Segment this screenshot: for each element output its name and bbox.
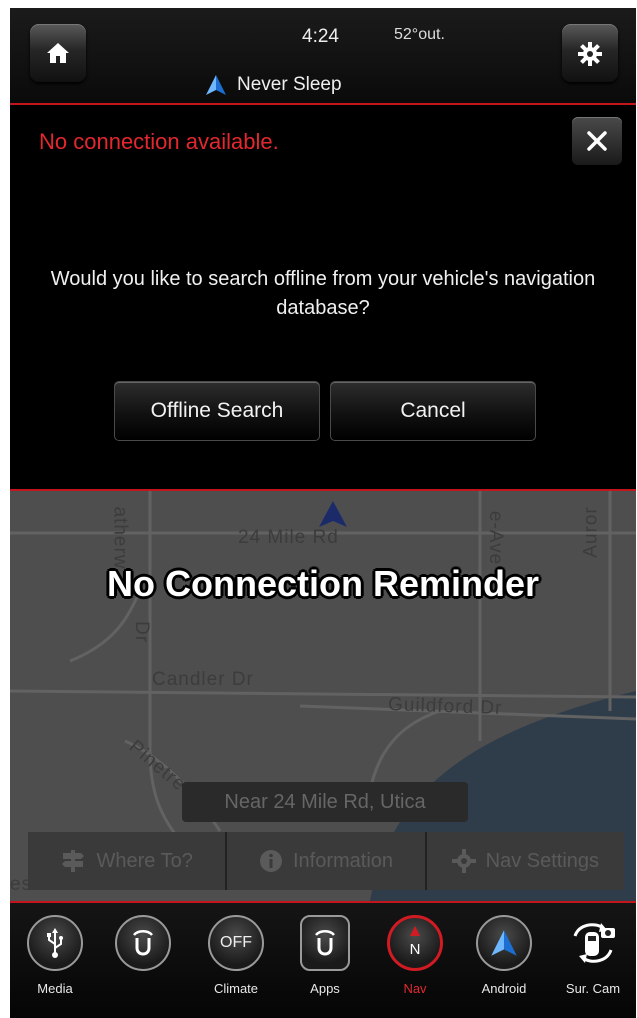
where-to-label: Where To? <box>96 849 193 872</box>
no-connection-dialog: No connection available. Would you like … <box>10 105 636 489</box>
where-to-button[interactable]: Where To? <box>28 832 228 890</box>
nav-action-bar: Where To? Information Nav Settings <box>28 832 624 890</box>
dock-apps[interactable]: Apps <box>287 915 363 1015</box>
signpost-icon <box>62 850 85 872</box>
street-label: 24 Mile Rd <box>238 527 339 548</box>
street-label: Auror <box>580 506 602 558</box>
apps-label: Apps <box>310 981 340 996</box>
surround-camera-button[interactable] <box>565 915 621 971</box>
close-icon <box>587 131 607 151</box>
information-label: Information <box>292 849 394 872</box>
dialog-question: Would you like to search offline from yo… <box>50 268 596 319</box>
surround-camera-label: Sur. Cam <box>565 981 621 996</box>
android-auto-icon <box>206 75 226 95</box>
gear-icon <box>451 849 476 873</box>
dock-media[interactable]: Media <box>17 915 93 1015</box>
status-bar: 4:24 52°out. Never Sleep <box>10 8 636 104</box>
gear-icon <box>578 42 602 66</box>
usb-icon <box>47 928 63 958</box>
close-button[interactable] <box>572 117 622 165</box>
nav-label: Nav <box>403 981 427 996</box>
uconnect-button[interactable] <box>115 915 171 971</box>
app-dock: Media OFF Climate Apps N Nav Android Sur… <box>10 903 636 1018</box>
dock-surround-camera[interactable]: Sur. Cam <box>555 915 631 1015</box>
android-auto-icon <box>491 930 517 956</box>
settings-button[interactable] <box>562 24 618 82</box>
climate-button[interactable]: OFF <box>208 915 264 971</box>
nav-settings-button[interactable]: Nav Settings <box>426 832 624 890</box>
street-label: Dr <box>131 620 153 644</box>
street-label: atherw <box>109 506 131 570</box>
screen: 4:24 52°out. Never Sleep No connection a… <box>0 0 637 1018</box>
nav-settings-label: Nav Settings <box>485 849 600 872</box>
information-button[interactable]: Information <box>227 832 427 890</box>
android-auto-button[interactable] <box>476 915 532 971</box>
dock-android[interactable]: Android <box>466 915 542 1015</box>
info-icon <box>259 850 282 872</box>
android-label: Android <box>481 981 527 996</box>
screenshot-caption: No Connection Reminder <box>106 563 540 604</box>
street-label: Candler Dr <box>152 669 254 690</box>
app-title-text: Never Sleep <box>237 74 342 95</box>
climate-label: Climate <box>213 981 259 996</box>
home-icon <box>47 43 69 63</box>
surround-camera-icon <box>573 923 615 963</box>
error-message: No connection available. <box>39 129 279 154</box>
current-location-label: Near 24 Mile Rd, Utica <box>182 782 468 822</box>
offline-search-button[interactable]: Offline Search <box>114 381 320 441</box>
nav-button[interactable]: N <box>387 915 443 971</box>
head-unit-display: 4:24 52°out. Never Sleep No connection a… <box>10 8 636 1018</box>
apps-button[interactable] <box>300 915 350 971</box>
street-label: e-Ave <box>485 510 507 566</box>
clock: 4:24 <box>302 26 339 47</box>
uconnect-icon <box>315 930 335 956</box>
home-button[interactable] <box>30 24 86 82</box>
map-view[interactable]: 24 Mile Rd Candler Dr Guildford Dr Pinet… <box>10 491 636 901</box>
dock-nav[interactable]: N Nav <box>377 915 453 1015</box>
media-button[interactable] <box>27 915 83 971</box>
cancel-button[interactable]: Cancel <box>330 381 536 441</box>
street-label: Guildford Dr <box>387 694 503 719</box>
dock-uconnect[interactable] <box>105 915 181 1015</box>
dock-climate[interactable]: OFF Climate <box>198 915 274 1015</box>
compass-icon: N <box>410 926 421 958</box>
uconnect-icon <box>133 930 153 956</box>
outside-temperature: 52°out. <box>394 26 445 43</box>
compass-letter: N <box>410 941 421 958</box>
media-label: Media <box>37 981 73 996</box>
climate-off-icon: OFF <box>220 934 252 951</box>
active-app-title: Never Sleep <box>205 74 342 96</box>
